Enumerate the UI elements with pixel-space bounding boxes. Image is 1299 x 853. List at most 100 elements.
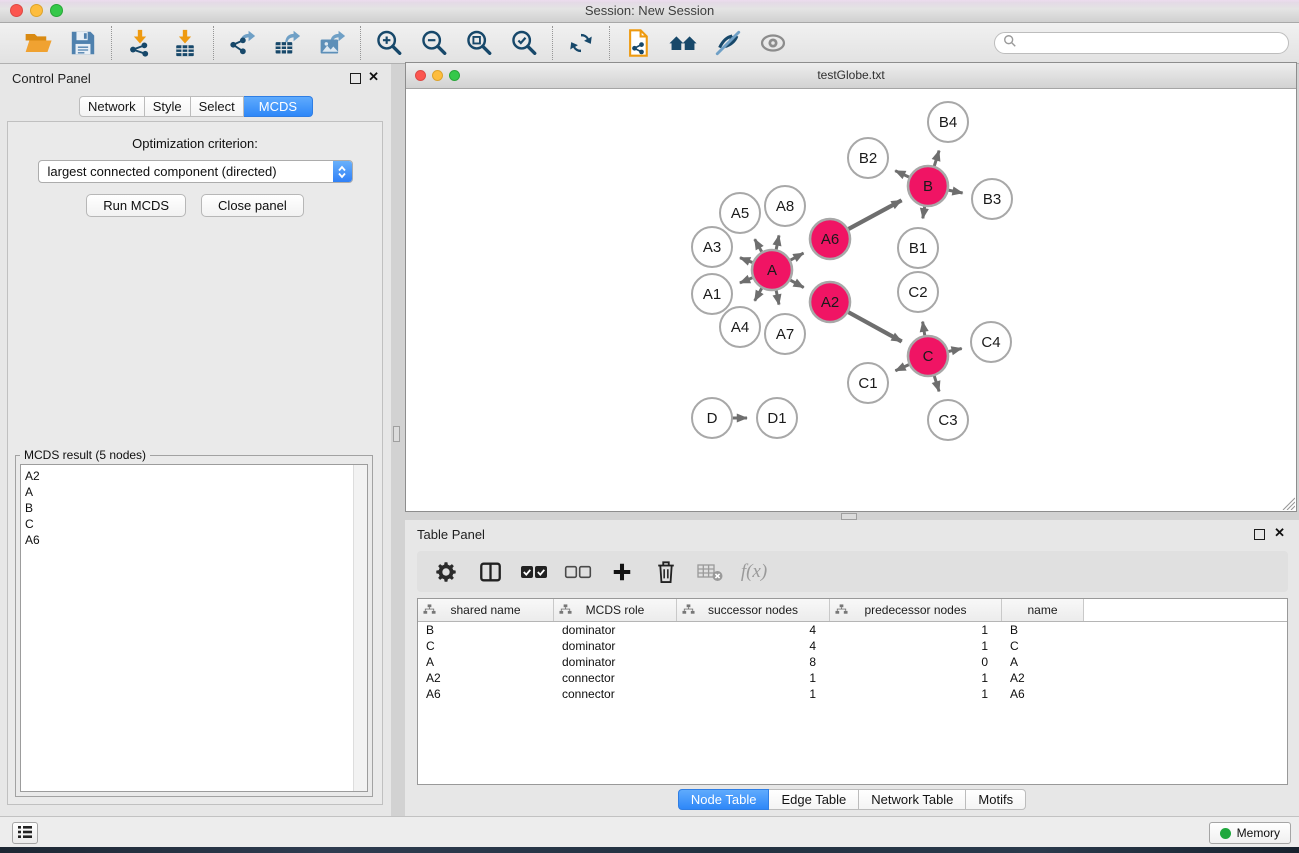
node-C2[interactable]: C2	[898, 272, 938, 312]
table-cell[interactable]: dominator	[554, 654, 677, 670]
node-D1[interactable]: D1	[757, 398, 797, 438]
edge-C-C2[interactable]	[923, 322, 925, 337]
node-B4[interactable]: B4	[928, 102, 968, 142]
tab-style[interactable]: Style	[145, 96, 191, 117]
column-header-predecessor-nodes[interactable]: predecessor nodes	[830, 599, 1002, 621]
edge-A-A8[interactable]	[776, 235, 779, 250]
deselect-all-check-button[interactable]	[563, 556, 593, 588]
select-all-check-button[interactable]	[519, 556, 549, 588]
table-cell[interactable]: 1	[830, 670, 1002, 686]
horizontal-split-handle[interactable]	[841, 513, 857, 520]
refresh-layout-button[interactable]	[565, 27, 597, 59]
edge-B-B4[interactable]	[934, 151, 939, 167]
table-cell[interactable]: A6	[418, 686, 554, 702]
home-layout-button[interactable]	[667, 27, 699, 59]
edge-A-A5[interactable]	[755, 239, 763, 252]
network-close-button[interactable]	[415, 70, 426, 81]
search-box[interactable]	[994, 32, 1289, 54]
export-network-button[interactable]	[226, 27, 258, 59]
node-A7[interactable]: A7	[765, 314, 805, 354]
edge-B-B2[interactable]	[895, 171, 910, 178]
node-B2[interactable]: B2	[848, 138, 888, 178]
add-row-button[interactable]	[607, 556, 637, 588]
node-C1[interactable]: C1	[848, 363, 888, 403]
mcds-result-item[interactable]: A	[25, 484, 367, 500]
mcds-result-item[interactable]: C	[25, 516, 367, 532]
table-cell[interactable]: A	[418, 654, 554, 670]
table-settings-button[interactable]	[431, 556, 461, 588]
edge-C-C4[interactable]	[948, 349, 962, 352]
import-table-button[interactable]	[169, 27, 201, 59]
minimize-window-button[interactable]	[30, 4, 43, 17]
resize-grip-icon[interactable]	[1282, 497, 1295, 510]
node-A1[interactable]: A1	[692, 274, 732, 314]
import-network-button[interactable]	[124, 27, 156, 59]
manage-columns-button[interactable]	[475, 556, 505, 588]
tab-select[interactable]: Select	[191, 96, 244, 117]
zoom-window-button[interactable]	[50, 4, 63, 17]
zoom-in-button[interactable]	[373, 27, 405, 59]
first-neighbors-button[interactable]	[622, 27, 654, 59]
table-cell[interactable]: A6	[1002, 686, 1084, 702]
table-cell[interactable]: dominator	[554, 638, 677, 654]
tab-motifs[interactable]: Motifs	[966, 789, 1026, 810]
zoom-out-button[interactable]	[418, 27, 450, 59]
edge-A2-C[interactable]	[848, 312, 902, 342]
close-panel-button[interactable]: Close panel	[201, 194, 304, 217]
column-header-MCDS-role[interactable]: MCDS role	[554, 599, 677, 621]
zoom-fit-button[interactable]	[463, 27, 495, 59]
node-D[interactable]: D	[692, 398, 732, 438]
node-A6[interactable]: A6	[810, 219, 850, 259]
edge-B-B1[interactable]	[923, 206, 925, 219]
edge-B-B3[interactable]	[948, 190, 963, 193]
table-cell[interactable]: connector	[554, 686, 677, 702]
node-B3[interactable]: B3	[972, 179, 1012, 219]
tab-node-table[interactable]: Node Table	[678, 789, 770, 810]
tab-edge-table[interactable]: Edge Table	[769, 789, 859, 810]
node-A8[interactable]: A8	[765, 186, 805, 226]
table-row[interactable]: Bdominator41B	[418, 622, 1287, 638]
edge-A-A2[interactable]	[790, 280, 804, 288]
table-cell[interactable]: A2	[418, 670, 554, 686]
network-canvas[interactable]: B4B2BB3A5A8A6B1A3AC2A1A2A4A7C4CC1C3DD1	[406, 89, 1296, 511]
edge-C-C1[interactable]	[895, 364, 909, 371]
optimization-criterion-select[interactable]: largest connected component (directed)	[38, 160, 353, 183]
mcds-result-item[interactable]: A2	[25, 468, 367, 484]
hide-graphics-details-button[interactable]	[712, 27, 744, 59]
table-cell[interactable]: 1	[677, 686, 830, 702]
table-row[interactable]: Adominator80A	[418, 654, 1287, 670]
run-mcds-button[interactable]: Run MCDS	[86, 194, 186, 217]
close-window-button[interactable]	[10, 4, 23, 17]
show-eye-button[interactable]	[757, 27, 789, 59]
table-cell[interactable]: C	[418, 638, 554, 654]
open-file-button[interactable]	[22, 27, 54, 59]
node-B[interactable]: B	[908, 166, 948, 206]
node-C[interactable]: C	[908, 336, 948, 376]
node-A5[interactable]: A5	[720, 193, 760, 233]
close-table-panel-icon[interactable]: ✕	[1274, 525, 1285, 541]
table-cell[interactable]: 1	[830, 686, 1002, 702]
mcds-result-item[interactable]: A6	[25, 532, 367, 548]
export-image-button[interactable]	[316, 27, 348, 59]
node-A4[interactable]: A4	[720, 307, 760, 347]
node-B1[interactable]: B1	[898, 228, 938, 268]
float-table-panel-icon[interactable]	[1254, 529, 1265, 540]
tab-mcds[interactable]: MCDS	[244, 96, 313, 117]
table-cell[interactable]: 8	[677, 654, 830, 670]
float-panel-icon[interactable]	[350, 73, 361, 84]
search-input[interactable]	[1022, 33, 1288, 53]
edge-A-A6[interactable]	[790, 253, 804, 261]
table-cell[interactable]: A	[1002, 654, 1084, 670]
edge-A-A7[interactable]	[776, 290, 779, 305]
export-table-button[interactable]	[271, 27, 303, 59]
edge-A-A3[interactable]	[740, 258, 753, 263]
edge-A6-B[interactable]	[848, 200, 902, 229]
network-zoom-button[interactable]	[449, 70, 460, 81]
table-cell[interactable]: dominator	[554, 622, 677, 638]
column-header-shared-name[interactable]: shared name	[418, 599, 554, 621]
table-cell[interactable]: A2	[1002, 670, 1084, 686]
table-cell[interactable]: 1	[830, 638, 1002, 654]
network-minimize-button[interactable]	[432, 70, 443, 81]
save-session-button[interactable]	[67, 27, 99, 59]
edge-C-C3[interactable]	[934, 375, 939, 391]
